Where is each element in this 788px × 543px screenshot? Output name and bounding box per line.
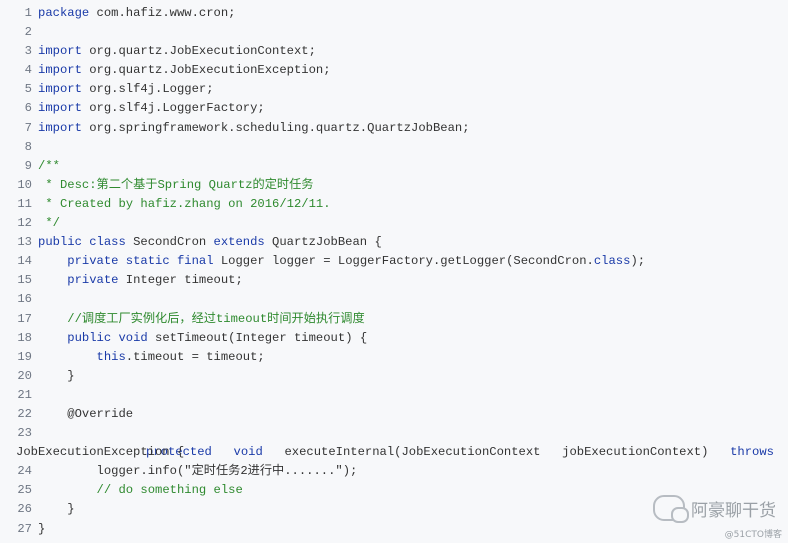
watermark: 阿豪聊干货 [653,495,776,523]
line-number: 23 [17,426,32,441]
line-number: 22 [17,406,32,421]
code-line: 23 protected void executeInternal(JobExecut… [0,424,788,459]
code-token: QuartzJobBean { [264,235,382,250]
line-number: 17 [17,311,32,326]
code-block: 1 package com.hafiz.www.cron; 2 3 import org… [0,4,788,539]
line-number: 25 [17,483,32,498]
code-token: } [38,502,75,517]
line-number: 9 [24,158,32,173]
code-token: * Created by hafiz.zhang on 2016/12/11. [38,196,331,211]
line-number: 13 [17,235,32,250]
code-token: .timeout = timeout; [125,349,265,364]
code-token: Integer timeout; [118,273,243,288]
code-token: org.springframework.scheduling.quartz.Qu… [81,120,470,135]
line-number: 3 [24,44,32,59]
line-number: 8 [24,139,32,154]
code-token: package [38,6,90,20]
code-token: org.slf4j.LoggerFactory; [81,101,265,116]
line-number: 20 [17,368,32,383]
code-token: this [96,349,126,364]
code-token: class [593,254,631,269]
line-number: 6 [24,101,32,116]
code-token: org.quartz.JobExecutionContext; [81,44,316,59]
line-number: 14 [17,254,32,269]
code-token: ); [630,254,646,269]
code-line: 3 import org.quartz.JobExecutionContext; [0,42,788,61]
code-token: Logger logger = LoggerFactory.getLogger(… [213,254,594,269]
code-line: 17 //调度工厂实例化后，经过timeout时间开始执行调度 [0,310,788,329]
code-token: // do something else [38,483,243,498]
line-number: 21 [17,387,32,402]
line-number: 24 [17,464,32,479]
code-line-continuation: JobExecutionException { [16,445,185,460]
code-token: import [38,120,82,135]
code-token: SecondCron [125,235,214,250]
code-token: import [38,101,82,116]
line-number: 18 [17,330,32,345]
code-line: 27} [0,520,788,539]
code-line: 10 * Desc:第二个基于Spring Quartz的定时任务 [0,176,788,195]
wechat-icon [653,495,689,523]
code-token: @Override [38,406,134,421]
code-token: */ [38,216,60,231]
watermark-text: 阿豪聊干货 [691,500,776,521]
code-line: 18 public void setTimeout(Integer timeou… [0,329,788,348]
line-number: 15 [17,273,32,288]
line-number: 26 [17,502,32,517]
line-number: 5 [24,82,32,97]
code-token: } [38,368,75,383]
line-number: 4 [24,63,32,78]
code-token: * Desc:第二个基于Spring Quartz的定时任务 [38,177,314,192]
line-number: 7 [24,120,32,135]
code-line: 8 [0,138,788,157]
code-token: /** [38,158,60,173]
code-token: } [38,521,46,536]
code-line: 11 * Created by hafiz.zhang on 2016/12/1… [0,195,788,214]
credit-text: @51CTO博客 [724,530,782,540]
code-token: com.hafiz.www.cron; [89,6,236,20]
line-number: 2 [24,25,32,40]
code-line: 24 logger.info("定时任务2进行中......."); [0,462,788,481]
code-line: 22 @Override [0,405,788,424]
code-token: import [38,44,82,59]
code-token: import [38,63,82,78]
code-line: 4 import org.quartz.JobExecutionException… [0,61,788,80]
code-line: 12 */ [0,214,788,233]
line-number: 27 [17,521,32,536]
code-line: 19 this.timeout = timeout; [0,348,788,367]
code-token: org.slf4j.Logger; [81,82,214,97]
code-line: 14 private static final Logger logger = … [0,252,788,271]
code-line: 2 [0,23,788,42]
code-token: public void [67,330,148,345]
line-number: 1 [24,6,32,20]
code-line: 13 public class SecondCron extends Quartz… [0,233,788,252]
code-line: 21 [0,386,788,405]
code-line: 1 package com.hafiz.www.cron; [0,4,788,23]
code-token: private static final [67,254,214,269]
code-token: extends [213,235,265,250]
code-line: 7 import org.springframework.scheduling.q… [0,119,788,138]
line-number: 10 [17,177,32,192]
code-line: 15 private Integer timeout; [0,271,788,290]
code-line: 9 /** [0,157,788,176]
code-token: import [38,82,82,97]
code-token: org.quartz.JobExecutionException; [81,63,331,78]
line-number: 19 [17,349,32,364]
line-number: 11 [17,196,32,211]
code-token: public class [38,235,126,250]
line-number: 16 [17,292,32,307]
code-token: private [67,273,119,288]
code-line: 5 import org.slf4j.Logger; [0,80,788,99]
code-line: 6 import org.slf4j.LoggerFactory; [0,99,788,118]
line-number: 12 [17,216,32,231]
code-token: //调度工厂实例化后，经过timeout时间开始执行调度 [38,311,365,326]
code-line: 16 [0,290,788,309]
code-token: logger.info("定时任务2进行中......."); [38,464,358,479]
code-token: setTimeout(Integer timeout) { [147,330,368,345]
code-line: 20 } [0,367,788,386]
